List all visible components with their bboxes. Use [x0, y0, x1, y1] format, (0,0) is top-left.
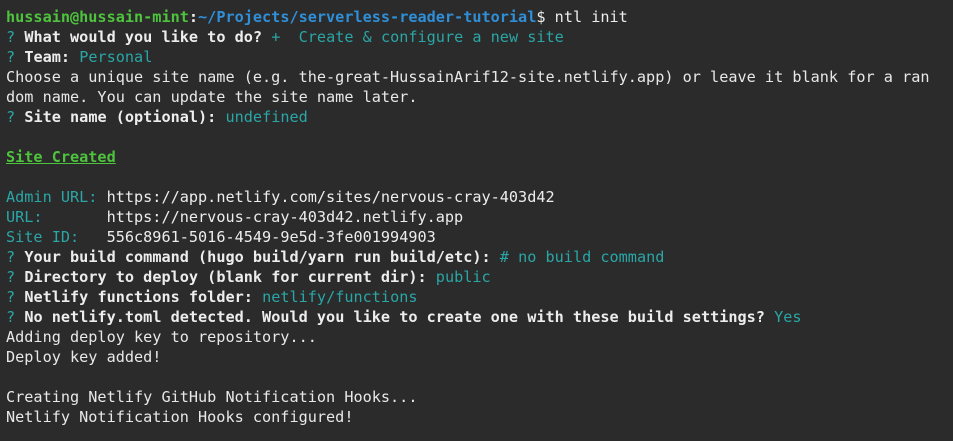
info-line: Choose a unique site name (e.g. the-grea…	[6, 68, 930, 86]
question-label: No netlify.toml detected. Would you like…	[24, 308, 765, 326]
question-mark-icon: ?	[6, 28, 16, 46]
question-functions-folder: ? Netlify functions folder: netlify/func…	[6, 287, 953, 307]
question-label: Team:	[24, 48, 71, 66]
question-mark-icon: ?	[6, 108, 16, 126]
question-answer: Yes	[774, 308, 802, 326]
question-mark-icon: ?	[6, 288, 16, 306]
question-label: Directory to deploy (blank for current d…	[24, 268, 427, 286]
question-answer: + Create & configure a new site	[271, 28, 564, 46]
site-created-label: Site Created	[6, 148, 116, 166]
url-value[interactable]: https://nervous-cray-403d42.netlify.app	[107, 208, 464, 226]
question-mark-icon: ?	[6, 48, 16, 66]
prompt-path: ~/Projects/serverless-reader-tutorial	[198, 8, 537, 26]
question-answer: Personal	[79, 48, 153, 66]
question-answer: undefined	[225, 108, 308, 126]
question-answer: public	[435, 268, 491, 286]
question-what-to-do: ? What would you like to do? + Create & …	[6, 27, 953, 47]
question-team: ? Team: Personal	[6, 47, 953, 67]
admin-url-value[interactable]: https://app.netlify.com/sites/nervous-cr…	[107, 188, 555, 206]
question-label: Your build command (hugo build/yarn run …	[24, 248, 491, 266]
admin-url-row: Admin URL: https://app.netlify.com/sites…	[6, 187, 953, 207]
question-label: What would you like to do?	[24, 28, 263, 46]
question-build-command: ? Your build command (hugo build/yarn ru…	[6, 247, 953, 267]
terminal-window[interactable]: hussain@hussain-mint:~/Projects/serverle…	[0, 0, 953, 441]
question-answer: # no build command	[499, 248, 665, 266]
question-mark-icon: ?	[6, 268, 16, 286]
admin-url-key: Admin URL:	[6, 188, 98, 206]
question-answer: netlify/functions	[262, 288, 418, 306]
question-site-name: ? Site name (optional): undefined	[6, 107, 953, 127]
output-line: Adding deploy key to repository...	[6, 328, 317, 346]
prompt-symbol: $	[536, 8, 546, 26]
output-line: Creating Netlify GitHub Notification Hoo…	[6, 388, 418, 406]
question-deploy-dir: ? Directory to deploy (blank for current…	[6, 267, 953, 287]
info-line: dom name. You can update the site name l…	[6, 88, 418, 106]
site-created-heading: Site Created	[6, 147, 953, 167]
site-id-row: Site ID: 556c8961-5016-4549-9e5d-3fe0019…	[6, 227, 953, 247]
question-netlify-toml: ? No netlify.toml detected. Would you li…	[6, 307, 953, 327]
site-id-key: Site ID:	[6, 228, 80, 246]
question-label: Netlify functions folder:	[24, 288, 253, 306]
prompt-separator: :	[188, 8, 199, 26]
question-mark-icon: ?	[6, 248, 16, 266]
site-id-value: 556c8961-5016-4549-9e5d-3fe001994903	[106, 228, 436, 246]
prompt-command: ntl init	[554, 8, 628, 26]
question-label: Site name (optional):	[24, 108, 217, 126]
question-mark-icon: ?	[6, 308, 16, 326]
prompt-line: hussain@hussain-mint:~/Projects/serverle…	[6, 7, 953, 27]
url-row: URL: https://nervous-cray-403d42.netlify…	[6, 207, 953, 227]
output-line: Netlify Notification Hooks configured!	[6, 408, 354, 426]
url-key: URL:	[6, 208, 43, 226]
prompt-user-host: hussain@hussain-mint	[6, 8, 189, 26]
output-line: Deploy key added!	[6, 348, 162, 366]
